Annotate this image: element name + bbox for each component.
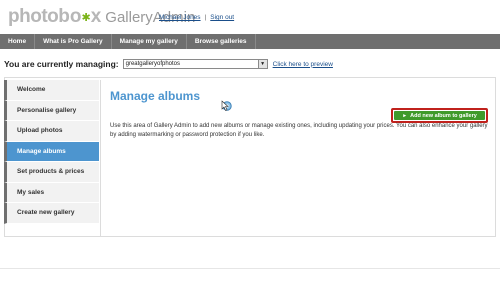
user-links-separator: | <box>204 14 207 21</box>
page-title: Manage albums <box>110 89 201 103</box>
nav-home[interactable]: Home <box>0 34 36 49</box>
nav-manage-my-gallery[interactable]: Manage my gallery <box>112 34 187 49</box>
main-panel: Manage albums ► Add new album to gallery… <box>100 80 496 237</box>
sign-out-link[interactable]: Sign out <box>210 14 234 21</box>
arrow-right-icon: ► <box>402 112 408 119</box>
sidebar-item-set-products-prices[interactable]: Set products & prices <box>4 162 99 183</box>
sidebar-item-create-new-gallery[interactable]: Create new gallery <box>4 203 99 224</box>
nav-browse-galleries[interactable]: Browse galleries <box>187 34 256 49</box>
gallery-selector-row: You are currently managing: greatgallery… <box>4 57 496 71</box>
app-header: photo bo ✱ x GalleryAdmin Michael Jones |… <box>0 0 500 34</box>
nav-what-is-pro-gallery[interactable]: What is Pro Gallery <box>35 34 112 49</box>
chevron-down-icon[interactable]: ▼ <box>257 60 267 68</box>
user-name-link[interactable]: Michael Jones <box>159 14 201 21</box>
sidebar: Welcome Personalise gallery Upload photo… <box>4 80 99 224</box>
sidebar-item-upload-photos[interactable]: Upload photos <box>4 121 99 142</box>
add-album-button-highlight: ► Add new album to gallery <box>391 108 488 123</box>
preview-link[interactable]: Click here to preview <box>273 61 333 68</box>
main-navigation: Home What is Pro Gallery Manage my galle… <box>0 34 500 49</box>
sidebar-item-my-sales[interactable]: My sales <box>4 182 99 203</box>
footer-divider <box>0 268 500 269</box>
logo-text-bo: bo <box>58 6 82 27</box>
managing-label: You are currently managing: <box>4 59 119 69</box>
logo-star-icon: ✱ <box>81 12 91 24</box>
add-album-button[interactable]: ► Add new album to gallery <box>394 111 485 120</box>
sidebar-item-personalise-gallery[interactable]: Personalise gallery <box>4 100 99 121</box>
logo-text-x: x <box>90 6 102 27</box>
gallery-select[interactable]: greatgalleryofphotos ▼ <box>122 59 268 69</box>
sidebar-item-manage-albums[interactable]: Manage albums <box>4 141 99 162</box>
gallery-select-value: greatgalleryofphotos <box>125 61 180 67</box>
add-album-button-label: Add new album to gallery <box>410 112 477 119</box>
sidebar-item-welcome[interactable]: Welcome <box>4 80 99 101</box>
logo-text-photo: photo <box>8 6 59 27</box>
mouse-cursor-icon <box>221 100 232 111</box>
user-links: Michael Jones | Sign out <box>159 14 234 21</box>
page-description: Use this area of Gallery Admin to add ne… <box>110 123 488 138</box>
